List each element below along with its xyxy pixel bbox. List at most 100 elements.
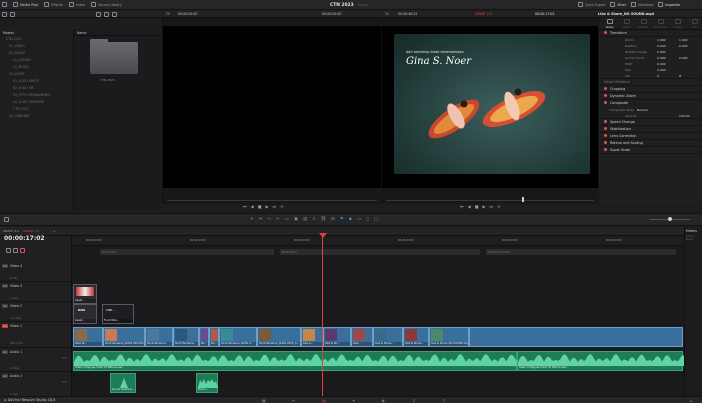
- track-header-v3[interactable]: V3 Video 3 1 Clip: [0, 282, 72, 302]
- timeline-clip-v1[interactable]: Bu...: [209, 327, 219, 347]
- timeline-clip-v3[interactable]: Asset...: [73, 284, 97, 304]
- selection-tool-icon[interactable]: ➤: [250, 217, 254, 222]
- inspector-tab-audio[interactable]: Audio: [619, 18, 634, 29]
- opacity-value[interactable]: 100.00: [679, 113, 690, 119]
- flag-icon[interactable]: ⚑: [340, 217, 344, 222]
- bin-item[interactable]: 02_MUSIC: [0, 64, 72, 71]
- play-icon[interactable]: ▶: [265, 204, 268, 209]
- timeline-clip-v1[interactable]: Like & Sh...: [323, 327, 351, 347]
- bin-item[interactable]: 01_VIDEO: [0, 43, 72, 50]
- zoom-full-icon[interactable]: ▭: [357, 217, 361, 222]
- playhead[interactable]: [322, 236, 323, 398]
- inspector-button[interactable]: Inspector: [658, 2, 680, 7]
- bin-item[interactable]: 01_SOUND: [0, 57, 72, 64]
- insert-clip-icon[interactable]: ▭: [285, 217, 289, 222]
- options-icon[interactable]: [112, 11, 117, 17]
- flip-horizontal-icon[interactable]: ⇋: [657, 73, 660, 79]
- bin-item[interactable]: 04_LOGO SPONSOR: [0, 99, 72, 106]
- index-button[interactable]: Index: [68, 2, 85, 7]
- track-header-a2[interactable]: A2 Audio 2 2.0 1 Clip: [0, 372, 72, 398]
- effects-button[interactable]: Effects: [44, 2, 63, 7]
- playhead-handle[interactable]: [319, 233, 327, 238]
- timeline-marker-region[interactable]: Like The Content: [486, 249, 676, 255]
- param-flip[interactable]: Flip ⇋ ⇵: [599, 73, 702, 79]
- bin-item[interactable]: CTN 2023: [0, 106, 72, 113]
- loop-icon[interactable]: ⟲: [497, 204, 500, 209]
- folder-thumbnail[interactable]: [90, 39, 138, 74]
- search-icon[interactable]: [104, 11, 109, 17]
- track-header-a1[interactable]: A1 Audio 1 2.0 4 Clips: [0, 348, 72, 372]
- param-opacity[interactable]: Opacity 100.00: [599, 113, 702, 119]
- timeline-viewer-screen[interactable]: dari sepotong kisah kebersamaan Gina S. …: [382, 26, 598, 188]
- track-tool-icon[interactable]: [13, 248, 18, 253]
- source-scrubber[interactable]: [167, 200, 377, 201]
- track-tool-icon[interactable]: [20, 248, 25, 253]
- bin-item[interactable]: 02_LOGO MS: [0, 85, 72, 92]
- source-viewer-screen[interactable]: [163, 26, 381, 188]
- bin-item[interactable]: 03_ASSET: [0, 71, 72, 78]
- position-lock-icon[interactable]: ⊟: [331, 217, 335, 222]
- timeline-clip-v1[interactable]: Sindi Perawira...: [145, 327, 173, 347]
- overwrite-clip-icon[interactable]: ▣: [294, 217, 298, 222]
- reverse-play-icon[interactable]: ◀: [251, 204, 254, 209]
- audio-clip-a2[interactable]: Bosco...: [196, 373, 218, 393]
- timeline-tab[interactable]: SMART 2.0: [23, 229, 39, 233]
- timeline-clip-v1[interactable]: Sindi Perawira_ADOS 2023_A...: [257, 327, 301, 347]
- section-dynamic-zoom[interactable]: Dynamic Zoom: [599, 93, 702, 100]
- track-header-v2[interactable]: V2 Video 2 12 Clips: [0, 302, 72, 322]
- cut-page-icon[interactable]: ✂: [292, 398, 295, 403]
- stop-icon[interactable]: ■: [258, 204, 262, 209]
- timeline-clip-v2[interactable]: DOS Asset...: [73, 304, 97, 324]
- media-page-icon[interactable]: ▦: [262, 398, 266, 403]
- bin-item[interactable]: 02_AUDIO: [0, 50, 72, 57]
- timeline-clip-v1[interactable]: Sindi Perawira_ADOS 2...: [219, 327, 257, 347]
- timeline-name[interactable]: SMART 2.0: [475, 12, 492, 16]
- section-cropping[interactable]: Cropping: [599, 86, 702, 93]
- media-pool-button[interactable]: Media Pool: [13, 2, 38, 7]
- inspector-tab-image[interactable]: Image: [670, 18, 685, 29]
- timeline-clip-v1[interactable]: Kuta Ta...: [73, 327, 103, 347]
- bin-item[interactable]: CTN 2023: [0, 36, 72, 43]
- timeline-clip-v1[interactable]: [469, 327, 683, 347]
- timeline-view-options-icon[interactable]: [4, 217, 9, 222]
- jump-start-icon[interactable]: ⏮: [460, 204, 464, 209]
- loop-icon[interactable]: ⟲: [280, 204, 283, 209]
- play-icon[interactable]: ▶: [482, 204, 485, 209]
- timeline-clip-v2[interactable]: SINI... Fund Rilia...: [102, 304, 134, 324]
- section-stabilization[interactable]: Stabilization: [599, 126, 702, 133]
- track-header-v1[interactable]: V1 Video 1 256 Clips: [0, 322, 72, 348]
- section-composite[interactable]: Composite: [599, 100, 702, 107]
- audio-clip-a1[interactable]: Tales In Magnas Fresh Of Nature.wav: [517, 351, 684, 371]
- section-super-scale[interactable]: Super Scale: [599, 147, 702, 154]
- metadata-button[interactable]: Metadata: [631, 2, 653, 7]
- timeline-ruler[interactable]: 00:00:00:00 00:00:10:00 00:00:20:00 00:0…: [72, 236, 684, 246]
- timeline-marker-region[interactable]: Next Scene: [280, 249, 480, 255]
- inspector-tab-transition[interactable]: Transition: [653, 18, 668, 29]
- add-tab-icon[interactable]: +: [53, 229, 56, 233]
- zoom-detail-icon[interactable]: ▯: [366, 217, 368, 222]
- flip-vertical-icon[interactable]: ⇵: [679, 73, 682, 79]
- zoom-custom-icon[interactable]: ▢: [374, 217, 378, 222]
- jump-start-icon[interactable]: ⏮: [243, 204, 247, 209]
- timeline-clip-v1[interactable]: Bu...: [199, 327, 209, 347]
- fairlight-page-icon[interactable]: ♫: [412, 398, 416, 403]
- sort-icon[interactable]: [96, 11, 101, 17]
- timeline-clip-v1[interactable]: Sindi Perawira_ADOS 2023 Bulu...: [103, 327, 145, 347]
- dynamic-trim-icon[interactable]: ⇿: [267, 217, 271, 222]
- replace-clip-icon[interactable]: ▤: [303, 217, 307, 222]
- audio-clip-a2[interactable]: Sound Swelling...: [110, 373, 136, 393]
- bin-item[interactable]: 04_TIMELINE: [0, 113, 72, 120]
- color-page-icon[interactable]: ◐: [382, 398, 386, 403]
- inspector-tab-effects[interactable]: Effects: [636, 18, 651, 29]
- jump-end-icon[interactable]: ⏭: [273, 204, 277, 209]
- audio-clip-a1[interactable]: Tales In Magnas Fresh Of Nature.wav: [73, 351, 518, 371]
- zoom-slider-handle[interactable]: [668, 217, 672, 221]
- timeline-marker-region[interactable]: End Promo: [100, 249, 274, 255]
- timeline-scrubber-handle[interactable]: [522, 197, 524, 202]
- track-tool-icon[interactable]: [6, 248, 11, 253]
- timeline-clip-v1[interactable]: Like A...: [301, 327, 323, 347]
- stop-icon[interactable]: ■: [475, 204, 479, 209]
- section-lens-correction[interactable]: Lens Correction: [599, 133, 702, 140]
- marker-icon[interactable]: ◆: [349, 217, 352, 222]
- timeline-clip-v1[interactable]: Like & Share_NO SOUND.mp4: [429, 327, 469, 347]
